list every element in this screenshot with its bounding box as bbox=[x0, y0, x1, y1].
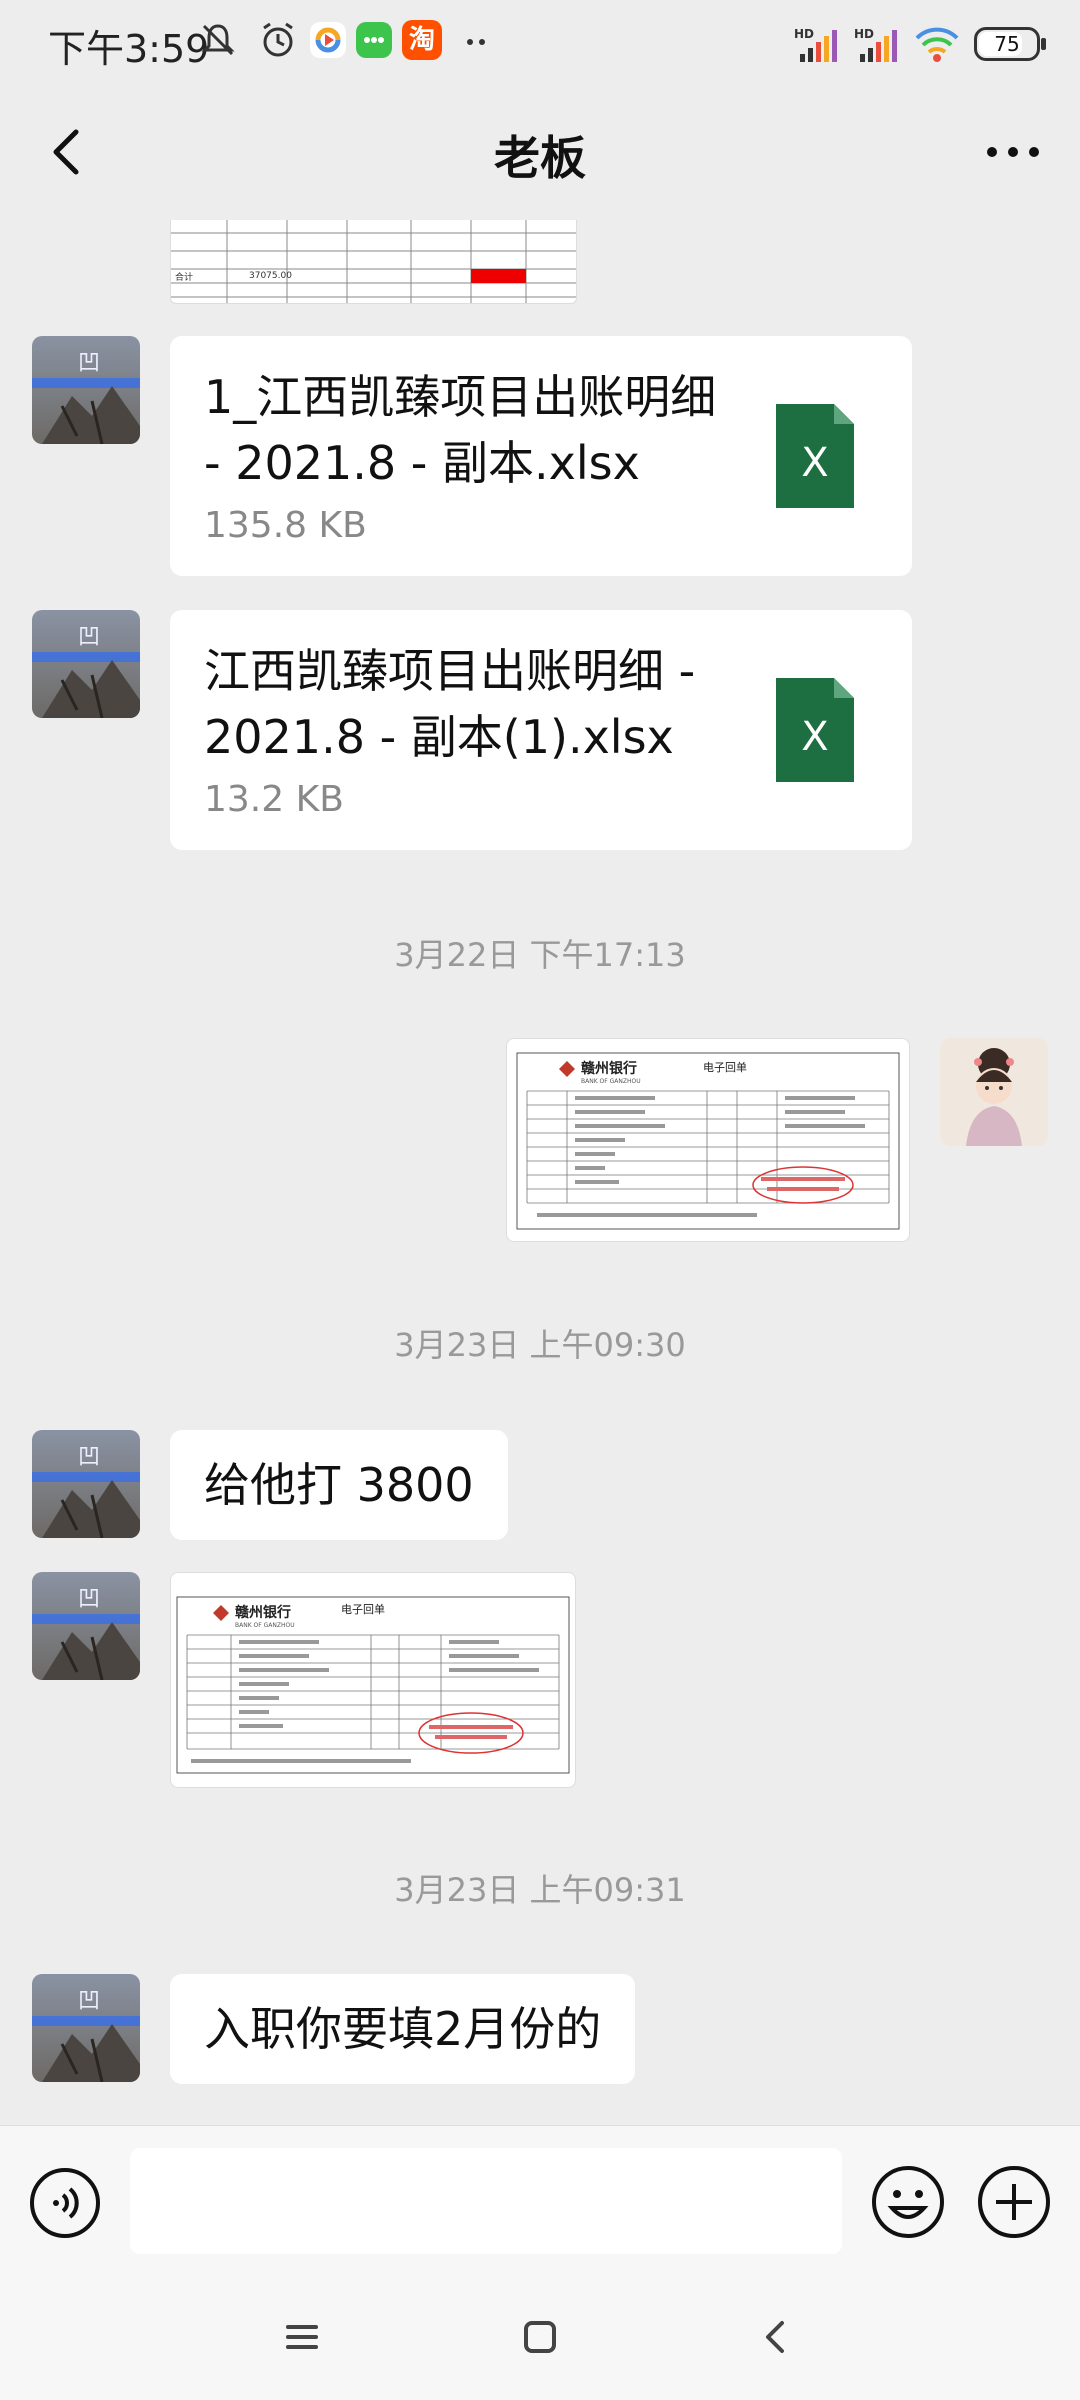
plus-icon[interactable] bbox=[976, 2164, 1052, 2240]
taobao-icon: 淘 bbox=[402, 20, 442, 60]
battery-level: 75 bbox=[994, 32, 1020, 56]
avatar-image: 凹 bbox=[32, 336, 140, 444]
avatar-image: 凹 bbox=[32, 1572, 140, 1680]
chat-header: 老板 bbox=[0, 90, 1080, 220]
bank-receipt-image: 赣州银行 BANK OF GANZHOU 电子回单 bbox=[176, 1596, 570, 1774]
back-icon[interactable] bbox=[754, 2315, 798, 2359]
excel-icon: X bbox=[776, 404, 854, 508]
svg-text:赣州银行: 赣州银行 bbox=[581, 1060, 637, 1077]
excel-icon: X bbox=[776, 678, 854, 782]
svg-text:凹: 凹 bbox=[78, 1445, 100, 1470]
svg-text:HD: HD bbox=[854, 27, 874, 41]
file-name: 江西凯臻项目出账明细 - 2021.8 - 副本(1).xlsx bbox=[204, 644, 696, 764]
input-bar bbox=[0, 2125, 1080, 2276]
hd-signal-icon: HD bbox=[794, 27, 837, 62]
avatar[interactable]: 凹 bbox=[32, 336, 140, 444]
svg-text:BANK OF GANZHOU: BANK OF GANZHOU bbox=[581, 1078, 641, 1085]
text-message[interactable]: 入职你要填2月份的 bbox=[170, 1974, 636, 2084]
mute-icon bbox=[201, 24, 235, 56]
spreadsheet-image-message[interactable]: 合计 37075.00 bbox=[170, 220, 577, 304]
svg-text:赣州银行: 赣州银行 bbox=[235, 1604, 291, 1621]
excel-letter: X bbox=[801, 440, 828, 486]
chat-title: 老板 bbox=[494, 131, 586, 185]
wifi-icon bbox=[915, 27, 959, 62]
message-input[interactable] bbox=[130, 2148, 842, 2254]
avatar[interactable]: 凹 bbox=[32, 1974, 140, 2082]
svg-text:凹: 凹 bbox=[78, 1587, 100, 1612]
avatar-image: 凹 bbox=[32, 1974, 140, 2082]
file-message[interactable]: 1_江西凯臻项目出账明细 - 2021.8 - 副本.xlsx 135.8 KB… bbox=[170, 336, 912, 576]
alarm-icon bbox=[263, 22, 293, 57]
sheet-total: 37075.00 bbox=[249, 271, 292, 281]
voice-icon[interactable] bbox=[28, 2166, 102, 2240]
spreadsheet-preview: 合计 bbox=[171, 220, 576, 303]
svg-text:电子回单: 电子回单 bbox=[341, 1603, 385, 1616]
system-nav-bar bbox=[0, 2275, 1080, 2400]
chat-messages[interactable]: 合计 37075.00 凹 1_江西凯臻项目出账明细 - 2021.8 - 副本… bbox=[0, 220, 1080, 2125]
home-icon[interactable] bbox=[518, 2315, 562, 2359]
battery-icon: 75 bbox=[974, 27, 1046, 61]
receipt-image-message[interactable]: 赣州银行 BANK OF GANZHOU 电子回单 bbox=[506, 1038, 910, 1242]
svg-text:合计: 合计 bbox=[175, 271, 193, 283]
file-size: 13.2 KB bbox=[204, 779, 344, 820]
text-message[interactable]: 给他打 3800 bbox=[170, 1430, 508, 1540]
timestamp: 3月22日 下午17:13 bbox=[394, 936, 686, 974]
avatar-image bbox=[940, 1038, 1048, 1146]
file-name: 1_江西凯臻项目出账明细 - 2021.8 - 副本.xlsx bbox=[204, 370, 717, 490]
receipt-image-message[interactable]: 赣州银行 BANK OF GANZHOU 电子回单 bbox=[170, 1572, 576, 1788]
timestamp: 3月23日 上午09:31 bbox=[394, 1871, 686, 1909]
svg-text:BANK OF GANZHOU: BANK OF GANZHOU bbox=[235, 1622, 295, 1629]
svg-text:电子回单: 电子回单 bbox=[703, 1061, 747, 1074]
emoji-icon[interactable] bbox=[870, 2164, 946, 2240]
more-dots-icon bbox=[467, 39, 485, 45]
more-dots-icon[interactable] bbox=[978, 122, 1048, 182]
message-app-icon bbox=[356, 22, 392, 58]
timestamp: 3月23日 上午09:30 bbox=[394, 1326, 686, 1364]
avatar[interactable]: 凹 bbox=[32, 1572, 140, 1680]
menu-icon[interactable] bbox=[280, 2315, 324, 2359]
excel-letter: X bbox=[801, 714, 828, 760]
status-right-icons: HD HD 75 bbox=[794, 24, 1046, 64]
svg-text:HD: HD bbox=[794, 27, 814, 41]
file-size: 135.8 KB bbox=[204, 505, 367, 546]
app-icon bbox=[310, 22, 346, 58]
file-message[interactable]: 江西凯臻项目出账明细 - 2021.8 - 副本(1).xlsx 13.2 KB… bbox=[170, 610, 912, 850]
avatar-image: 凹 bbox=[32, 1430, 140, 1538]
bank-receipt-image: 赣州银行 BANK OF GANZHOU 电子回单 bbox=[516, 1052, 900, 1230]
svg-text:凹: 凹 bbox=[78, 625, 100, 650]
avatar-image: 凹 bbox=[32, 610, 140, 718]
svg-text:凹: 凹 bbox=[78, 1989, 100, 2014]
avatar[interactable]: 凹 bbox=[32, 610, 140, 718]
status-time: 下午3:59 bbox=[48, 27, 210, 71]
svg-text:凹: 凹 bbox=[78, 351, 100, 376]
status-bar: 下午3:59 淘 HD HD 75 bbox=[0, 0, 1080, 90]
my-avatar[interactable] bbox=[940, 1038, 1048, 1146]
avatar[interactable]: 凹 bbox=[32, 1430, 140, 1538]
hd-signal-icon: HD bbox=[854, 27, 897, 62]
